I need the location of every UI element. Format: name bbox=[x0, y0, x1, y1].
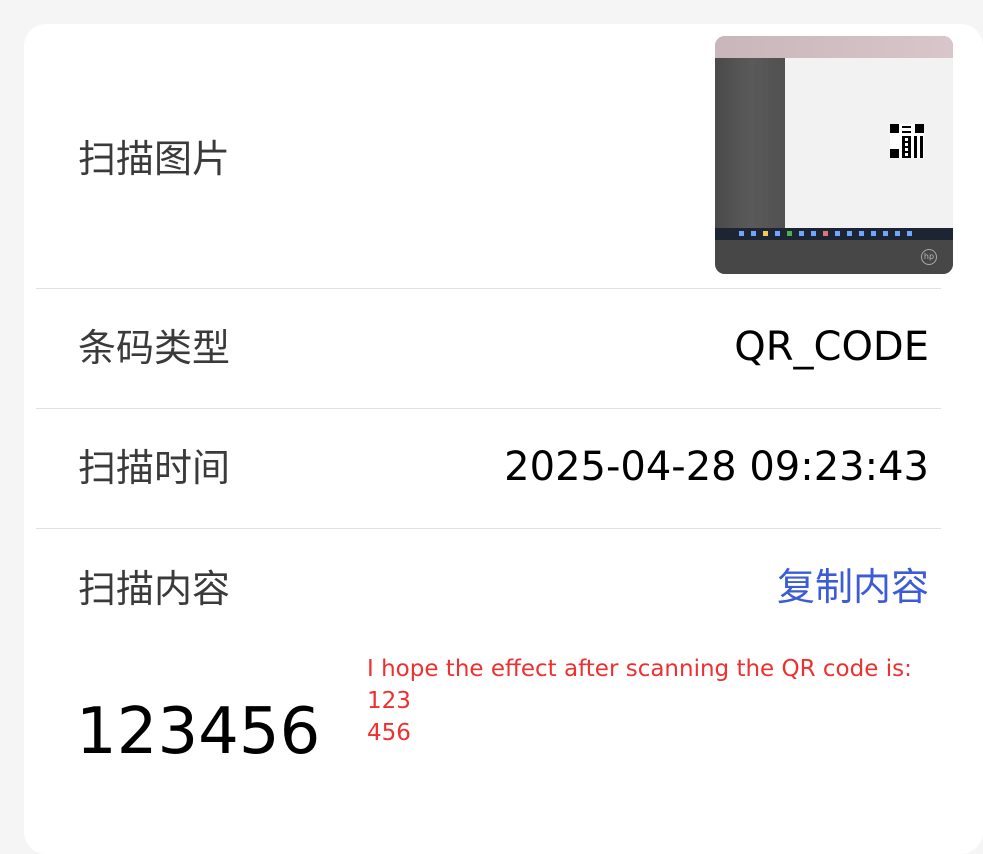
scan-content-label: 扫描内容 bbox=[78, 567, 231, 611]
hp-logo-icon: hp bbox=[921, 249, 937, 265]
annotation-line: 123 bbox=[367, 688, 411, 714]
qr-code-icon bbox=[890, 124, 924, 158]
thumbnail-taskbar bbox=[715, 228, 953, 240]
scan-time-value: 2025-04-28 09:23:43 bbox=[504, 444, 929, 490]
barcode-type-label: 条码类型 bbox=[78, 326, 231, 370]
thumbnail-screen bbox=[785, 58, 953, 230]
scan-image-row: 扫描图片 hp bbox=[36, 24, 953, 288]
annotation-line: 456 bbox=[367, 720, 411, 746]
annotation-note: I hope the effect after scanning the QR … bbox=[367, 653, 912, 749]
scan-image-label: 扫描图片 bbox=[78, 137, 231, 181]
scan-content-value: 123456 bbox=[76, 695, 321, 769]
scan-content-row: 扫描内容 复制内容 bbox=[36, 528, 941, 648]
thumbnail-dark-panel bbox=[715, 58, 787, 230]
scan-result-card: 扫描图片 hp 条码类型 QR_CODE 扫描时间 2025-04-28 09:… bbox=[24, 24, 983, 854]
barcode-type-row: 条码类型 QR_CODE bbox=[36, 288, 941, 408]
copy-content-button[interactable]: 复制内容 bbox=[777, 568, 929, 606]
thumbnail-wall bbox=[715, 36, 953, 60]
thumbnail-bezel: hp bbox=[715, 240, 953, 274]
scan-time-label: 扫描时间 bbox=[78, 446, 231, 490]
scan-image-thumbnail[interactable]: hp bbox=[715, 36, 953, 274]
barcode-type-value: QR_CODE bbox=[734, 324, 929, 370]
annotation-line: I hope the effect after scanning the QR … bbox=[367, 656, 912, 682]
scan-time-row: 扫描时间 2025-04-28 09:23:43 bbox=[36, 408, 941, 528]
